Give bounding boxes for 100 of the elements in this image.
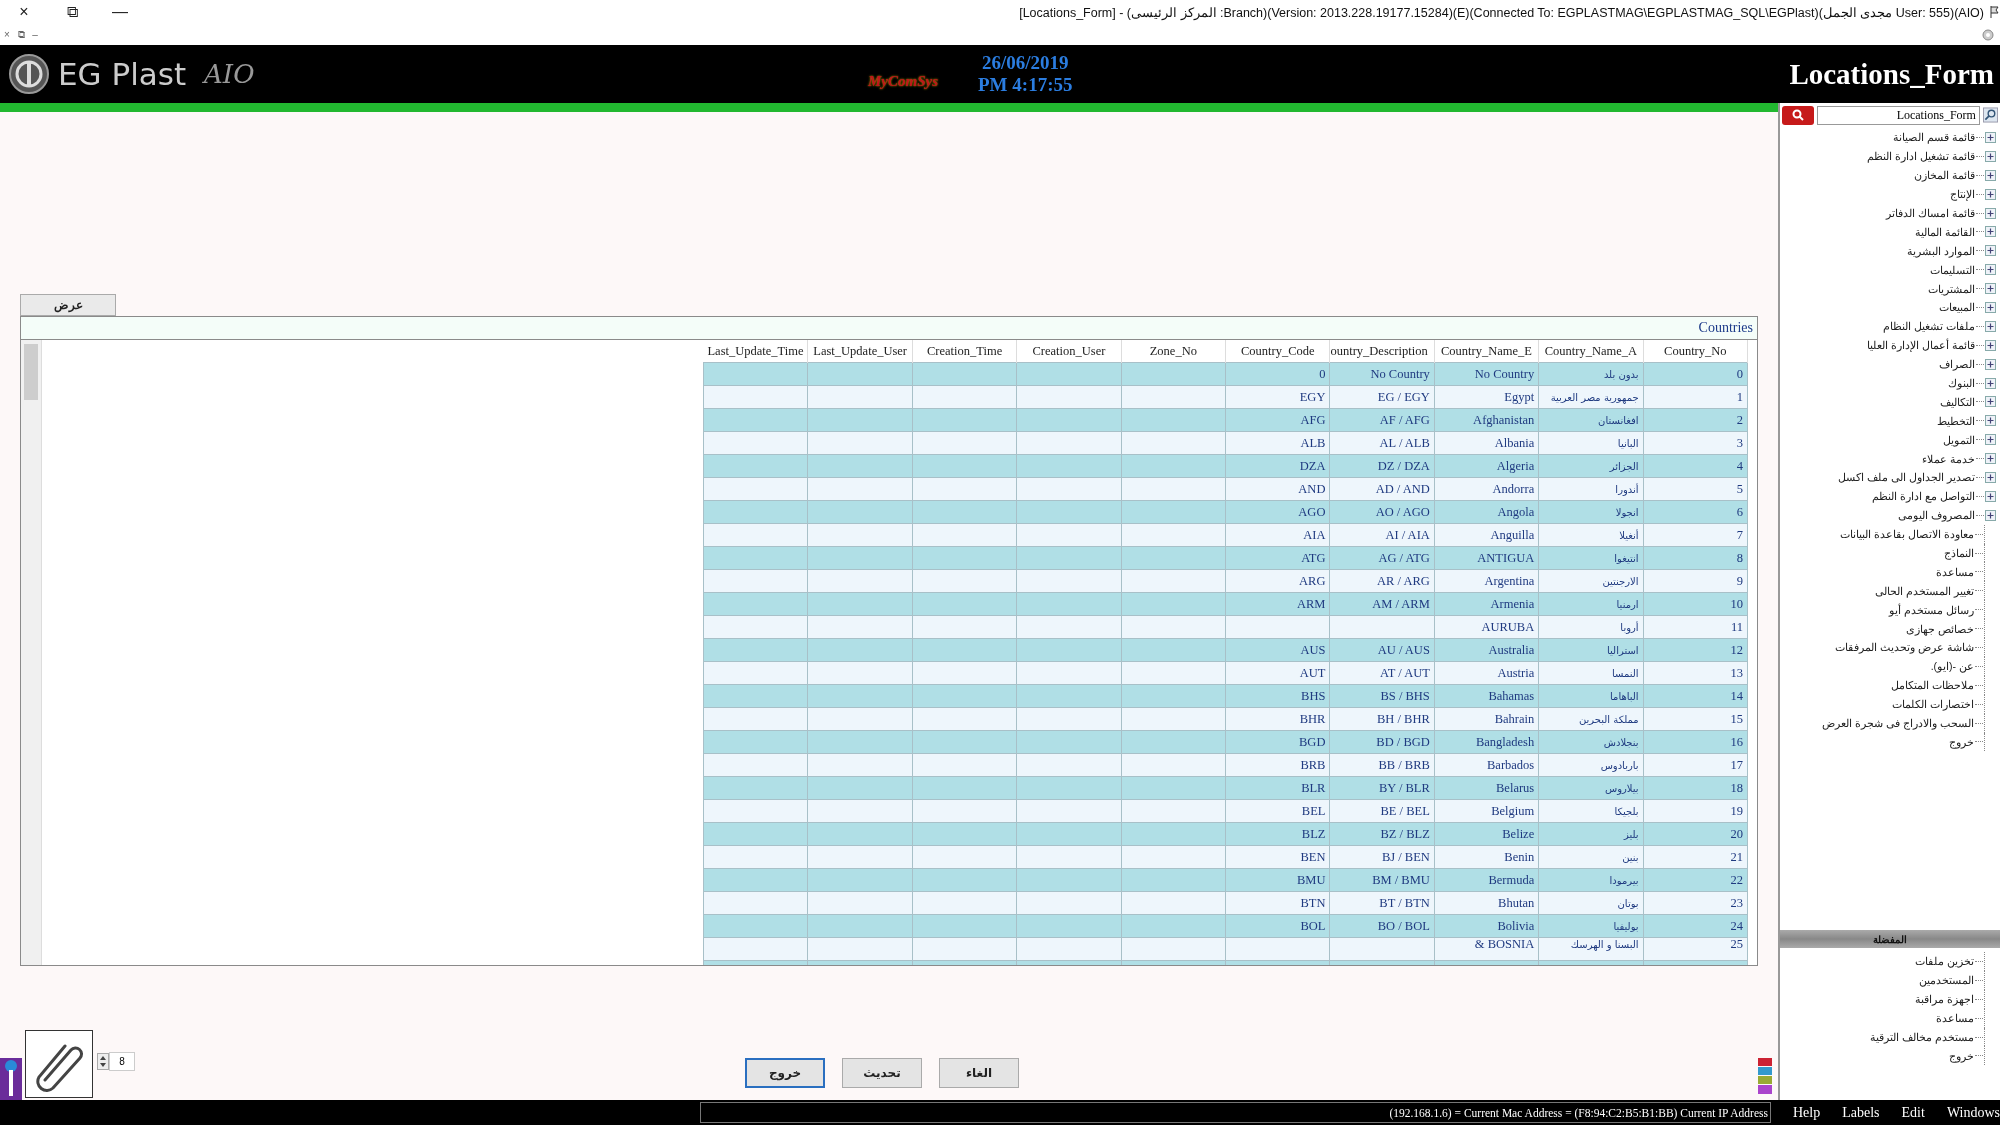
- column-header[interactable]: ountry_Description: [1329, 340, 1435, 363]
- menu-item[interactable]: Windows: [1946, 1104, 2000, 1121]
- menu-tree-item[interactable]: قائمة امساك الدفاتر: [1780, 203, 2000, 223]
- column-header[interactable]: Creation_Time: [912, 340, 1017, 363]
- expand-icon[interactable]: [1985, 188, 1996, 200]
- menu-tree-item[interactable]: الإنتاج: [1780, 184, 2000, 204]
- books-icon[interactable]: [1757, 1056, 1773, 1096]
- action-button[interactable]: الغاء: [939, 1058, 1019, 1088]
- expand-icon[interactable]: [1985, 301, 1996, 313]
- expand-icon[interactable]: [1985, 434, 1996, 446]
- expand-icon[interactable]: [1985, 320, 1996, 332]
- window-control[interactable]: ⧉: [48, 3, 96, 21]
- menu-tree-item[interactable]: خروج: [1780, 1046, 2000, 1066]
- menu-tree-item[interactable]: مستخدم مخالف الترقية: [1780, 1027, 2000, 1047]
- column-header[interactable]: Country_Name_A: [1538, 340, 1644, 363]
- table-cell: BTN: [1225, 891, 1330, 915]
- column-header[interactable]: Creation_User: [1016, 340, 1122, 363]
- menu-tree-item[interactable]: الموارد البشرية: [1780, 241, 2000, 261]
- menu-tree-item[interactable]: تغيير المستخدم الحالى: [1780, 581, 2000, 601]
- column-header[interactable]: Country_Code: [1225, 340, 1330, 363]
- menu-tree-item[interactable]: التواصل مع ادارة النظم: [1780, 486, 2000, 506]
- menu-tree-item[interactable]: قائمة أعمال الإدارة العليا: [1780, 335, 2000, 355]
- search-field[interactable]: Locations_Form: [1816, 105, 1980, 125]
- window-control[interactable]: —: [96, 3, 144, 21]
- column-header[interactable]: Country_Name_E: [1434, 340, 1539, 363]
- expand-icon[interactable]: [1985, 207, 1996, 219]
- expand-icon[interactable]: [1985, 358, 1996, 370]
- menu-tree-item[interactable]: المشتريات: [1780, 279, 2000, 298]
- menu-tree-item[interactable]: اجهزة مراقبة: [1780, 989, 2000, 1009]
- menu-tree-item[interactable]: شاشة عرض وتحديث المرفقات: [1780, 638, 2000, 657]
- table-cell: BY / BLR: [1329, 776, 1435, 800]
- menu-tree-item[interactable]: تخزين ملفات: [1780, 952, 2000, 971]
- menu-tree-item[interactable]: المستخدمين: [1780, 970, 2000, 990]
- search-icon[interactable]: [1982, 107, 1998, 123]
- menu-tree-item[interactable]: التخطيط: [1780, 411, 2000, 431]
- expand-icon[interactable]: [1985, 453, 1996, 465]
- menu-tree-item[interactable]: عن -(ايو).: [1780, 656, 2000, 676]
- menu-tree-item[interactable]: البنوك: [1780, 373, 2000, 393]
- expand-icon[interactable]: [1985, 131, 1996, 143]
- column-header[interactable]: Country_No: [1643, 340, 1748, 363]
- menu-item[interactable]: Help: [1793, 1104, 1821, 1121]
- menu-tree-item[interactable]: تصدير الجداول الى ملف اكسل: [1780, 468, 2000, 487]
- menu-tree-item[interactable]: خدمة عملاء: [1780, 449, 2000, 469]
- window-control[interactable]: ×: [0, 3, 48, 21]
- expand-icon[interactable]: [1985, 150, 1996, 162]
- window-control[interactable]: –: [28, 29, 42, 40]
- table-cell: استراليا: [1538, 638, 1644, 662]
- menu-tree-item[interactable]: اختصارات الكلمات: [1780, 694, 2000, 714]
- menu-tree-item[interactable]: خصائص جهازى: [1780, 619, 2000, 639]
- menu-tree-item[interactable]: المبيعات: [1780, 298, 2000, 317]
- expand-icon[interactable]: [1985, 471, 1996, 483]
- action-button[interactable]: تحديث: [842, 1058, 922, 1088]
- attachment-count[interactable]: 8: [109, 1052, 135, 1071]
- expand-icon[interactable]: [1985, 245, 1996, 257]
- menu-tree-item[interactable]: خروج: [1780, 732, 2000, 752]
- menu-tree-item[interactable]: رسائل مستخدم أيو: [1780, 600, 2000, 620]
- table-cell: بوليفيا: [1538, 914, 1644, 938]
- expand-icon[interactable]: [1985, 415, 1996, 427]
- menu-tree-item[interactable]: قائمة تشغيل ادارة النظم: [1780, 146, 2000, 166]
- menu-tree-item[interactable]: ملاحظات المتكامل: [1780, 675, 2000, 695]
- expand-icon[interactable]: [1985, 169, 1996, 181]
- column-header[interactable]: Last_Update_Time: [703, 340, 808, 363]
- expand-icon[interactable]: [1985, 377, 1996, 389]
- expand-icon[interactable]: [1985, 396, 1996, 408]
- spinner-icon[interactable]: [97, 1053, 109, 1070]
- search-button[interactable]: [1782, 105, 1814, 125]
- scrollbar[interactable]: [21, 340, 42, 965]
- menu-tree-item[interactable]: المصروف اليومى: [1780, 505, 2000, 525]
- menu-tree-item[interactable]: قائمة قسم الصيانة: [1780, 128, 2000, 147]
- expand-icon[interactable]: [1985, 264, 1996, 276]
- menu-item[interactable]: Edit: [1901, 1104, 1925, 1121]
- expand-icon[interactable]: [1985, 226, 1996, 238]
- menu-tree-item[interactable]: الصراف: [1780, 354, 2000, 374]
- pin-icon[interactable]: [0, 1058, 22, 1100]
- attachment-button[interactable]: [25, 1030, 93, 1098]
- window-control[interactable]: ⧉: [14, 28, 28, 41]
- menu-tree-item[interactable]: القائمة المالية: [1780, 222, 2000, 242]
- menu-tree-item[interactable]: مساعدة: [1780, 562, 2000, 582]
- view-tab[interactable]: عرض: [20, 294, 116, 316]
- action-button[interactable]: خروج: [745, 1058, 825, 1088]
- expand-icon[interactable]: [1985, 339, 1996, 351]
- menu-tree-item[interactable]: قائمة المخازن: [1780, 165, 2000, 185]
- menu-tree-item[interactable]: ملفات تشغيل النظام: [1780, 316, 2000, 336]
- column-header[interactable]: Zone_No: [1121, 340, 1226, 363]
- column-header[interactable]: Last_Update_User: [808, 340, 913, 363]
- grid-title: Countries: [1698, 320, 1754, 336]
- menu-tree-item[interactable]: التسليمات: [1780, 260, 2000, 280]
- window-control[interactable]: ×: [0, 29, 14, 40]
- expand-icon[interactable]: [1985, 509, 1996, 521]
- menu-tree-item[interactable]: التكاليف: [1780, 392, 2000, 412]
- expand-icon[interactable]: [1985, 283, 1996, 295]
- menu-tree-item[interactable]: النماذج: [1780, 543, 2000, 563]
- expand-icon[interactable]: [1985, 490, 1996, 502]
- gear-icon[interactable]: [1982, 28, 1994, 41]
- menu-tree-item[interactable]: مساعدة: [1780, 1008, 2000, 1028]
- menu-tree-item[interactable]: التمويل: [1780, 430, 2000, 450]
- menu-tree-item[interactable]: السحب والادراج فى شجرة العرض: [1780, 713, 2000, 733]
- menu-tree-item[interactable]: معاودة الاتصال بقاعدة البيانات: [1780, 524, 2000, 544]
- table-cell: Bangladesh: [1434, 730, 1539, 754]
- menu-item[interactable]: Labels: [1842, 1104, 1880, 1121]
